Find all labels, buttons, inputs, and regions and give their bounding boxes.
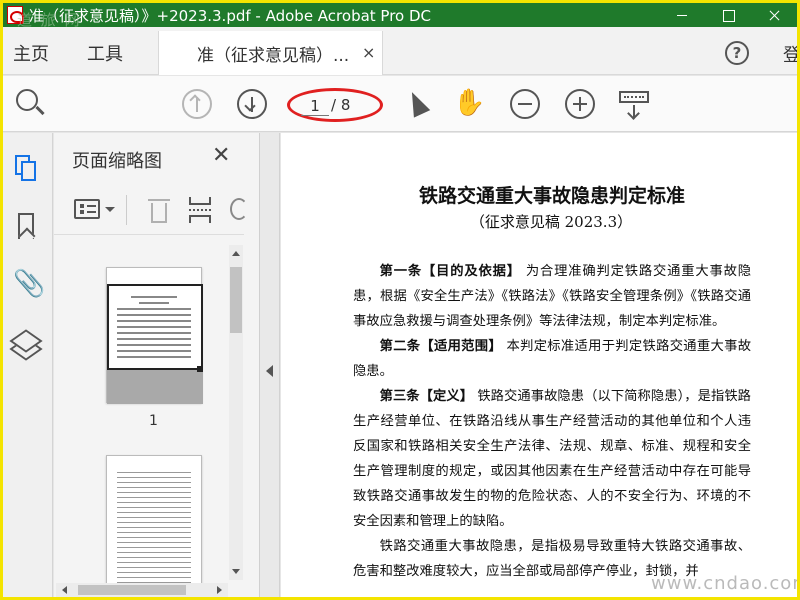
split-line xyxy=(189,209,211,211)
download-arrow-icon xyxy=(633,105,635,117)
article-2-heading: 第二条【适用范围】 xyxy=(379,339,502,354)
arrow-up-head xyxy=(189,94,201,106)
visible-area-shade xyxy=(107,370,203,404)
thumbnail-vertical-scrollbar[interactable] xyxy=(229,245,243,580)
thumbnail-horizontal-scrollbar[interactable] xyxy=(56,583,228,597)
article-3-text: 铁路交通事故隐患（以下简称隐患），是指铁路生产经营单位、在铁路沿线从事生产经营活… xyxy=(353,389,751,529)
search-icon-handle xyxy=(35,105,45,116)
next-page-button[interactable] xyxy=(237,89,267,119)
minimize-icon[interactable] xyxy=(659,3,705,27)
bookmark-icon[interactable] xyxy=(13,213,39,243)
tab-document[interactable]: 准（征求意见稿）... × xyxy=(158,31,383,75)
select-tool-button[interactable] xyxy=(403,88,434,119)
page-thumbnails-icon[interactable] xyxy=(13,153,39,183)
title-bar: 准（征求意见稿）》+2023.3.pdf - Adobe Acrobat Pro… xyxy=(3,3,797,29)
sign-in-button[interactable]: 登 xyxy=(783,41,797,67)
close-tab-icon[interactable]: × xyxy=(362,43,375,62)
tab-home[interactable]: 主页 xyxy=(13,40,49,66)
split-top xyxy=(189,197,211,205)
page-thumbnails-panel: 页面缩略图 ✕ 1 xyxy=(54,133,260,597)
document-title: 铁路交通重大事故隐患判定标准 xyxy=(418,185,685,207)
scroll-thumb[interactable] xyxy=(230,267,242,333)
document-subtitle: （征求意见稿 2023.3） xyxy=(469,213,633,231)
page-thumbnail-1[interactable] xyxy=(106,267,203,404)
thumbnail-options-icon[interactable] xyxy=(74,199,100,219)
search-icon[interactable] xyxy=(16,89,46,119)
paragraph-3: 第三条【定义】 铁路交通事故隐患（以下简称隐患），是指铁路生产经营单位、在铁路沿… xyxy=(353,384,751,534)
trash-lid xyxy=(148,199,170,201)
minus-icon xyxy=(518,103,532,105)
paragraph-1: 第一条【目的及依据】 为合理准确判定铁路交通重大事故隐患，根据《安全生产法》《铁… xyxy=(353,259,751,334)
keyboard-icon xyxy=(619,91,649,103)
toolbar: / 8 ✋ xyxy=(3,76,797,132)
zoom-out-button[interactable] xyxy=(510,89,540,119)
page-icon-front xyxy=(21,161,36,181)
help-icon[interactable]: ? xyxy=(725,41,749,65)
visible-area-frame[interactable] xyxy=(107,284,203,370)
document-page: 铁路交通重大事故隐患判定标准 （征求意见稿 2023.3） 第一条【目的及依据】… xyxy=(281,133,797,597)
split-page-icon[interactable] xyxy=(189,197,213,223)
panel-close-icon[interactable]: ✕ xyxy=(212,143,230,168)
layers-icon[interactable] xyxy=(9,329,43,361)
arrow-down-head xyxy=(244,100,256,112)
article-1-heading: 第一条【目的及依据】 xyxy=(379,264,521,279)
chevron-down-icon[interactable] xyxy=(105,207,115,212)
scroll-thumb-horizontal[interactable] xyxy=(78,585,186,595)
read-mode-keyboard-icon[interactable] xyxy=(619,89,649,119)
zoom-in-button[interactable] xyxy=(565,89,595,119)
document-view: 铁路交通重大事故隐患判定标准 （征求意见稿 2023.3） 第一条【目的及依据】… xyxy=(281,133,797,597)
thumbnail-list: 1 xyxy=(54,245,244,590)
left-navigation-rail: 📎 xyxy=(3,133,53,597)
panel-toolbar xyxy=(54,185,248,235)
split-bottom xyxy=(189,215,211,223)
thumbnail-text-lines xyxy=(117,472,191,590)
page-navigator: / 8 xyxy=(287,88,383,122)
tab-tools[interactable]: 工具 xyxy=(87,40,123,66)
panel-title: 页面缩略图 xyxy=(72,151,162,172)
paragraph-2: 第二条【适用范围】 本判定标准适用于判定铁路交通重大事故隐患。 xyxy=(353,334,751,384)
scroll-up-icon[interactable] xyxy=(232,251,240,256)
page-thumbnail-2[interactable] xyxy=(106,455,202,590)
panel-collapse-handle[interactable] xyxy=(260,133,280,597)
window-title: 准（征求意见稿）》+2023.3.pdf - Adobe Acrobat Pro… xyxy=(29,7,432,25)
tab-document-label: 准（征求意见稿）... xyxy=(197,46,350,66)
attachment-icon[interactable]: 📎 xyxy=(13,269,45,299)
panel-divider xyxy=(126,195,127,225)
scroll-down-icon[interactable] xyxy=(232,569,240,574)
rotate-page-icon[interactable] xyxy=(230,198,248,220)
hand-tool-icon[interactable]: ✋ xyxy=(453,88,485,118)
page-number-input[interactable] xyxy=(301,96,329,116)
scroll-right-icon[interactable] xyxy=(217,586,222,594)
page-total: / 8 xyxy=(331,96,351,114)
bookmark-shape xyxy=(18,213,34,239)
window-frame: 准（征求意见稿）》+2023.3.pdf - Adobe Acrobat Pro… xyxy=(0,0,800,600)
scroll-left-icon[interactable] xyxy=(62,586,67,594)
article-3-heading: 第三条【定义】 xyxy=(379,389,474,404)
tab-bar: 主页 工具 准（征求意见稿）... × ? 登 xyxy=(3,27,797,75)
resize-handle[interactable] xyxy=(197,366,203,372)
plus-icon-vertical xyxy=(579,97,581,111)
document-body: 第一条【目的及依据】 为合理准确判定铁路交通重大事故隐患，根据《安全生产法》《铁… xyxy=(353,259,751,584)
thumbnail-label: 1 xyxy=(149,413,158,429)
maximize-icon[interactable] xyxy=(705,3,751,27)
window-controls xyxy=(659,3,797,27)
cursor-arrow-icon xyxy=(403,88,431,118)
site-watermark: www.cndao.com xyxy=(651,573,800,594)
close-window-icon[interactable] xyxy=(751,3,797,27)
previous-page-button[interactable] xyxy=(182,89,212,119)
chevron-left-icon xyxy=(266,365,273,377)
delete-page-icon[interactable] xyxy=(148,197,170,223)
trash-can xyxy=(151,203,167,223)
